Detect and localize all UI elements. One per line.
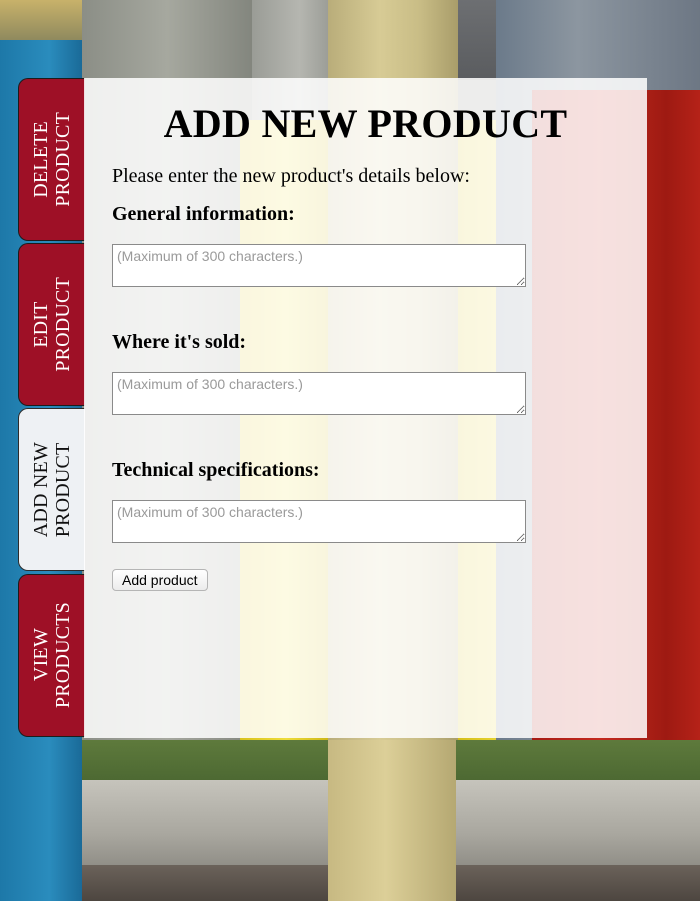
general-information-label: General information:	[112, 203, 295, 225]
tab-view-products[interactable]: VIEW PRODUCTS	[18, 574, 85, 737]
tab-add-new-product-label: ADD NEW PRODUCT	[30, 441, 74, 538]
tab-add-new-product[interactable]: ADD NEW PRODUCT	[18, 408, 85, 571]
tab-edit-product[interactable]: EDIT PRODUCT	[18, 243, 85, 406]
add-product-button[interactable]: Add product	[112, 569, 208, 591]
general-information-field[interactable]	[112, 244, 526, 287]
where-sold-field[interactable]	[112, 372, 526, 415]
page-title: ADD NEW PRODUCT	[163, 101, 568, 146]
add-product-panel: ADD NEW PRODUCT Please enter the new pro…	[84, 78, 647, 738]
tab-delete-product[interactable]: DELETE PRODUCT	[18, 78, 85, 241]
technical-specifications-field[interactable]	[112, 500, 526, 543]
technical-specifications-label: Technical specifications:	[112, 459, 320, 481]
where-sold-label: Where it's sold:	[112, 331, 247, 353]
intro-text: Please enter the new product's details b…	[112, 165, 470, 187]
tab-edit-product-label: EDIT PRODUCT	[30, 277, 74, 372]
tab-delete-product-label: DELETE PRODUCT	[30, 112, 74, 207]
tab-view-products-label: VIEW PRODUCTS	[30, 602, 74, 709]
